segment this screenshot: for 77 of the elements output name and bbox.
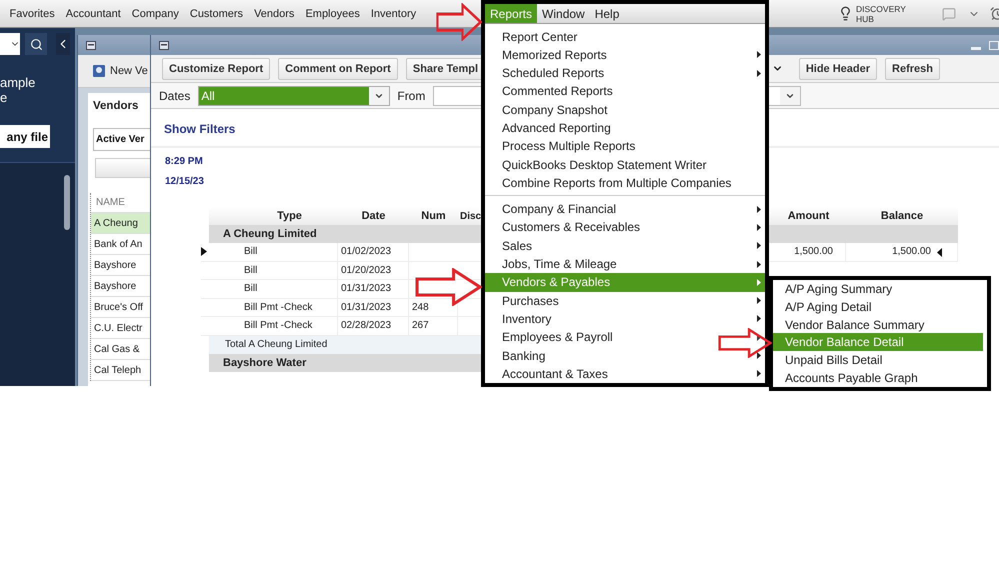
menu-item[interactable]: Process Multiple Reports bbox=[502, 139, 636, 154]
menu-item[interactable]: Accounts Payable Graph bbox=[773, 369, 983, 387]
menu-item[interactable]: QuickBooks Desktop Statement Writer bbox=[502, 158, 707, 172]
open-company-button[interactable]: any file bbox=[0, 125, 50, 148]
menu-item[interactable]: Advanced Reporting bbox=[502, 120, 611, 135]
show-filters-link[interactable]: Show Filters bbox=[164, 122, 236, 136]
column-header[interactable]: Num bbox=[409, 207, 458, 225]
annotation-arrow bbox=[436, 3, 482, 41]
table-cell: Bill Pmt -Check bbox=[241, 317, 338, 334]
search-icon bbox=[30, 38, 42, 50]
restore-icon[interactable] bbox=[86, 40, 96, 50]
column-header[interactable]: Balance bbox=[846, 207, 958, 225]
new-vendor-button[interactable]: New Ve bbox=[110, 65, 148, 77]
toolbar-button[interactable]: Hide Header bbox=[798, 58, 878, 80]
lightbulb-icon[interactable] bbox=[838, 6, 853, 21]
menu-item[interactable]: Customers bbox=[184, 8, 249, 20]
from-label: From bbox=[397, 88, 426, 102]
menu-item[interactable]: Company Snapshot bbox=[502, 102, 608, 117]
menu-item[interactable]: Scheduled Reports bbox=[502, 66, 604, 80]
discovery-hub-link[interactable]: DISCOVERY HUB bbox=[856, 4, 910, 24]
table-cell: 01/31/2023 bbox=[338, 280, 409, 298]
table-cell: Bill bbox=[241, 243, 338, 260]
vendor-row[interactable]: A Cheung bbox=[91, 213, 150, 234]
column-header[interactable]: Type bbox=[241, 207, 338, 225]
column-header[interactable]: Date bbox=[338, 207, 409, 225]
annotation-arrow bbox=[718, 328, 772, 358]
menu-item[interactable]: Favorites bbox=[4, 8, 60, 20]
scrollbar-thumb[interactable] bbox=[64, 175, 70, 230]
menu-item[interactable]: Company & Financial bbox=[502, 202, 616, 216]
report-time: 8:29 PM bbox=[165, 156, 203, 167]
table-cell: Bill bbox=[241, 262, 338, 279]
table-cell: 02/28/2023 bbox=[338, 317, 409, 334]
report-date: 12/15/23 bbox=[165, 176, 204, 187]
company-name: ample bbox=[0, 75, 36, 90]
table-cell: 1,500.00 bbox=[771, 243, 846, 260]
menu-item[interactable]: Window bbox=[537, 4, 590, 24]
table-cell: Bill bbox=[241, 280, 338, 298]
menu-item[interactable]: Memorized Reports bbox=[502, 48, 607, 62]
menu-item[interactable]: Commented Reports bbox=[502, 84, 613, 98]
dates-label: Dates bbox=[159, 88, 190, 102]
row-pointer-icon bbox=[937, 248, 942, 257]
toolbar-button[interactable]: Comment on Report bbox=[278, 58, 398, 80]
menu-item[interactable]: Inventory bbox=[365, 8, 422, 20]
table-cell: 01/31/2023 bbox=[338, 298, 409, 316]
collapse-button[interactable] bbox=[56, 33, 70, 55]
menu-item[interactable]: Company bbox=[126, 8, 184, 20]
company-name: e bbox=[0, 90, 8, 105]
table-cell: 267 bbox=[409, 317, 458, 334]
vendor-search-field[interactable] bbox=[95, 158, 150, 178]
menu-item[interactable]: Purchases bbox=[502, 294, 559, 308]
search-button[interactable] bbox=[25, 33, 47, 55]
restore-icon[interactable] bbox=[159, 40, 169, 50]
table-cell: 01/02/2023 bbox=[338, 243, 409, 260]
menu-item[interactable]: Vendor Balance Summary bbox=[773, 316, 983, 334]
vendors-tab[interactable]: Vendors bbox=[88, 93, 150, 118]
menu-item[interactable]: Vendors & Payables bbox=[485, 273, 765, 292]
column-header[interactable]: Amount bbox=[771, 207, 846, 225]
menu-item[interactable]: A/P Aging Summary bbox=[773, 280, 983, 298]
vendor-icon[interactable] bbox=[92, 64, 106, 78]
table-cell: 01/20/2023 bbox=[338, 262, 409, 279]
toolbar-button[interactable]: Customize Report bbox=[162, 58, 270, 80]
menu-item[interactable]: Combine Reports from Multiple Companies bbox=[502, 176, 732, 190]
menu-item[interactable]: A/P Aging Detail bbox=[773, 298, 983, 316]
menu-item[interactable]: Accountant bbox=[60, 8, 126, 20]
menu-item[interactable]: Employees bbox=[300, 8, 366, 20]
menu-item[interactable]: Vendor Balance Detail bbox=[773, 333, 983, 352]
menu-item[interactable]: Reports bbox=[485, 4, 538, 24]
menu-item[interactable]: Inventory bbox=[502, 312, 552, 326]
menu-item[interactable]: Help bbox=[590, 4, 624, 24]
dates-dropdown[interactable]: All bbox=[198, 86, 390, 106]
menu-item[interactable]: Report Center bbox=[502, 30, 578, 44]
menu-item[interactable]: Jobs, Time & Mileage bbox=[502, 257, 617, 272]
table-cell: Bill Pmt -Check bbox=[241, 298, 338, 316]
table-cell: 248 bbox=[409, 298, 458, 316]
menu-item[interactable]: Vendors bbox=[248, 8, 300, 20]
toolbar-button[interactable]: Refresh bbox=[885, 58, 940, 80]
column-header[interactable]: Disc bbox=[460, 210, 482, 222]
